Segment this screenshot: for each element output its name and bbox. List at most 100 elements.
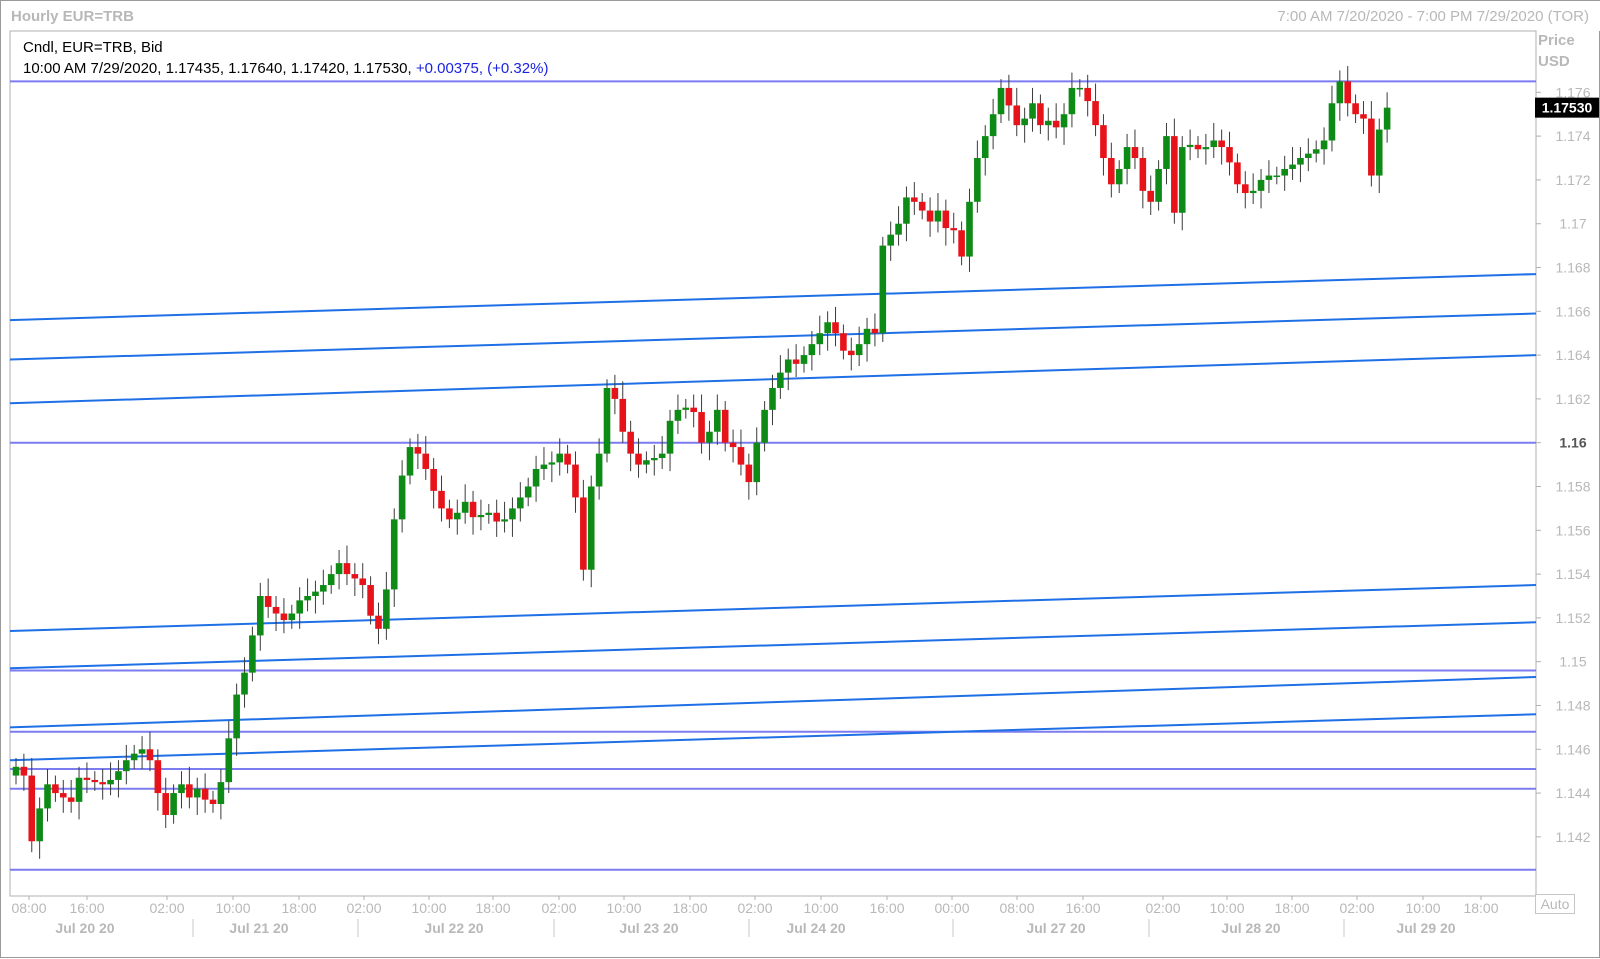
legend-ohlc: 10:00 AM 7/29/2020, 1.17435, 1.17640, 1.… bbox=[23, 60, 548, 77]
candle-body bbox=[1171, 136, 1178, 213]
candle-body bbox=[1194, 144, 1202, 150]
candle-body bbox=[1218, 140, 1225, 148]
candle bbox=[989, 98, 997, 150]
candle bbox=[1336, 70, 1344, 121]
candle bbox=[761, 401, 768, 452]
y-tick-label: 1.172 bbox=[1555, 172, 1590, 188]
price-chart[interactable]: 1.142 1.144 1.146 1.148 1.15 1.152 1.154 1.156 1… bbox=[1, 1, 1600, 959]
candle bbox=[469, 490, 477, 535]
candle-body bbox=[714, 409, 721, 432]
candle-body bbox=[1115, 168, 1123, 185]
candle-body bbox=[1060, 114, 1068, 128]
candle-body bbox=[398, 475, 406, 520]
candle bbox=[1186, 129, 1194, 161]
candle-body bbox=[75, 777, 83, 802]
x-tick-label: 10:00 bbox=[1405, 900, 1440, 916]
candle bbox=[682, 398, 690, 419]
candle-body bbox=[1092, 101, 1099, 126]
candle-body bbox=[469, 501, 477, 518]
candle bbox=[256, 582, 264, 651]
y-tick-label: 1.154 bbox=[1555, 566, 1590, 582]
candle-body bbox=[1344, 81, 1352, 104]
candle-body bbox=[966, 201, 973, 257]
candle bbox=[233, 683, 240, 756]
candle-body bbox=[201, 788, 209, 800]
y-tick-label: 1.168 bbox=[1555, 260, 1590, 276]
candle-body bbox=[1210, 140, 1218, 148]
candle bbox=[390, 508, 398, 607]
candle bbox=[186, 766, 193, 809]
candle-body bbox=[1021, 118, 1028, 126]
x-tick-label: 10:00 bbox=[411, 900, 446, 916]
candle-body bbox=[446, 508, 453, 520]
candle-body bbox=[130, 753, 138, 761]
candle bbox=[517, 482, 524, 522]
candle bbox=[1234, 153, 1241, 194]
candle-body bbox=[509, 508, 516, 520]
candle bbox=[1375, 118, 1383, 194]
candle-body bbox=[587, 486, 595, 570]
candle-body bbox=[1029, 103, 1036, 119]
candle bbox=[1305, 138, 1312, 172]
candle-body bbox=[682, 407, 690, 410]
candle-body bbox=[824, 322, 831, 334]
candle-body bbox=[461, 501, 469, 513]
candle bbox=[863, 317, 871, 362]
x-date-label: Jul 28 20 bbox=[1221, 920, 1280, 936]
candle-body bbox=[1139, 158, 1147, 191]
x-date-label: Jul 23 20 bbox=[619, 920, 678, 936]
candle-body bbox=[603, 387, 611, 454]
candle-body bbox=[580, 497, 587, 570]
candle-body bbox=[737, 447, 745, 465]
candle-body bbox=[146, 749, 154, 761]
candle bbox=[769, 374, 776, 426]
candle-body bbox=[1147, 190, 1155, 202]
candle bbox=[375, 602, 382, 645]
candle-body bbox=[44, 784, 51, 809]
candle bbox=[887, 221, 894, 261]
candle bbox=[1210, 122, 1218, 159]
candle-body bbox=[540, 464, 548, 469]
candle-body bbox=[706, 431, 713, 443]
candle bbox=[1218, 129, 1225, 165]
candle-body bbox=[225, 738, 233, 783]
candle bbox=[753, 427, 761, 496]
candle bbox=[493, 499, 500, 537]
candle-body bbox=[217, 782, 225, 805]
x-tick-label: 16:00 bbox=[869, 900, 904, 916]
candle-body bbox=[1068, 87, 1076, 115]
candle bbox=[509, 497, 516, 537]
candle-body bbox=[123, 760, 130, 772]
auto-scale-button[interactable]: Auto bbox=[1535, 894, 1575, 914]
candle bbox=[934, 193, 942, 233]
candle bbox=[784, 348, 792, 391]
candle bbox=[52, 775, 59, 802]
candle-body bbox=[918, 201, 926, 211]
x-tick-label: 00:00 bbox=[934, 900, 969, 916]
x-tick-label: 02:00 bbox=[346, 900, 381, 916]
candle bbox=[540, 447, 548, 480]
candle-body bbox=[1131, 147, 1139, 159]
candle-body bbox=[911, 197, 918, 202]
trend-line bbox=[9, 621, 1537, 670]
candle-body bbox=[524, 486, 532, 498]
candle-body bbox=[115, 771, 122, 780]
candle bbox=[1013, 87, 1021, 137]
candle-body bbox=[1305, 153, 1312, 159]
candle-body bbox=[1186, 144, 1194, 148]
candle bbox=[1352, 94, 1359, 123]
y-tick-label: 1.15 bbox=[1559, 654, 1586, 670]
candle-body bbox=[453, 512, 461, 520]
candle bbox=[721, 401, 729, 452]
candle bbox=[816, 315, 824, 356]
trend-lines bbox=[9, 273, 1537, 762]
candle bbox=[603, 379, 611, 463]
candle bbox=[1241, 171, 1249, 209]
candle-body bbox=[249, 635, 256, 673]
candle-body bbox=[981, 136, 989, 159]
candle bbox=[351, 563, 359, 596]
candle-body bbox=[517, 497, 524, 509]
last-price-label: 1.17530 bbox=[1542, 100, 1593, 116]
time-axis: 08:00 16:00 02:00 10:00 18:00 02:00 10:00 18:00… bbox=[11, 896, 1499, 937]
candle-body bbox=[777, 372, 784, 388]
